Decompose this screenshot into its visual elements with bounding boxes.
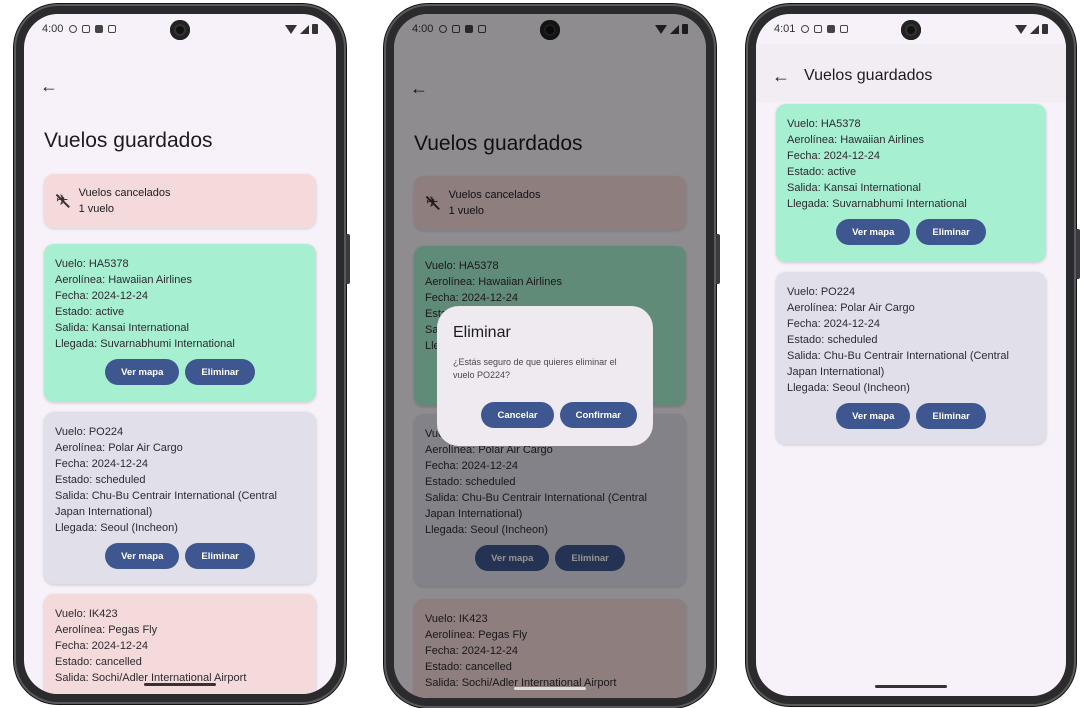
flight-airline: Aerolínea: Polar Air Cargo <box>787 302 915 314</box>
battery-icon <box>1042 24 1048 34</box>
flight-date: Fecha: 2024-12-24 <box>55 290 148 302</box>
notification-icon <box>801 25 810 33</box>
screen-3: 4:01 ← Vuelos guardados Vuelo: HA5378 Ae… <box>756 14 1066 696</box>
flight-airline: Aerolínea: Hawaiian Airlines <box>55 274 192 286</box>
home-indicator[interactable] <box>514 687 586 690</box>
delete-button[interactable]: Eliminar <box>185 543 255 569</box>
page-title: Vuelos guardados <box>804 67 933 84</box>
view-map-button[interactable]: Ver mapa <box>105 543 180 569</box>
flight-card: Vuelo: HA5378 Aerolínea: Hawaiian Airlin… <box>44 244 316 402</box>
status-bar: 4:00 <box>24 14 336 44</box>
phone-3: 4:01 ← Vuelos guardados Vuelo: HA5378 Ae… <box>746 4 1080 706</box>
flight-card: Vuelo: PO224 Aerolínea: Polar Air Cargo … <box>44 412 316 584</box>
flight-arrival: Llegada: Seoul (Incheon) <box>55 522 178 534</box>
flight-status: Estado: active <box>787 166 857 178</box>
flight-number: Vuelo: PO224 <box>787 286 856 298</box>
home-indicator[interactable] <box>144 683 216 686</box>
flight-number: Vuelo: HA5378 <box>55 258 129 270</box>
cancelled-title: Vuelos cancelados <box>78 187 171 199</box>
sim-icon <box>827 25 836 33</box>
cancelled-count: 1 vuelo <box>78 203 115 215</box>
flight-card: Vuelo: PO224 Aerolínea: Polar Air Cargo … <box>776 272 1046 444</box>
photo-icon <box>840 25 849 33</box>
camera-cutout <box>170 20 190 40</box>
sim-icon <box>95 25 104 33</box>
wifi-icon <box>285 24 297 34</box>
flight-airline: Aerolínea: Pegas Fly <box>55 624 158 636</box>
delete-button[interactable]: Eliminar <box>916 403 986 429</box>
delete-button[interactable]: Eliminar <box>185 359 255 385</box>
status-bar: 4:01 <box>756 14 1066 44</box>
photo-icon <box>108 25 117 33</box>
dialog-message: ¿Estás seguro de que quieres eliminar el… <box>453 357 617 380</box>
flight-number: Vuelo: PO224 <box>55 426 124 438</box>
flight-status: Estado: cancelled <box>55 656 142 668</box>
cancelled-flights-card[interactable]: ✈ Vuelos cancelados 1 vuelo <box>44 174 316 228</box>
notification-icon <box>69 25 78 33</box>
flight-airline: Aerolínea: Hawaiian Airlines <box>787 134 924 146</box>
signal-icon <box>300 24 309 34</box>
delete-button[interactable]: Eliminar <box>916 219 986 245</box>
cancel-button[interactable]: Cancelar <box>481 402 554 428</box>
status-time: 4:00 <box>42 23 64 35</box>
flight-status: Estado: active <box>55 306 125 318</box>
delete-dialog: Eliminar ¿Estás seguro de que quieres el… <box>437 306 653 446</box>
airplane-off-icon: ✈ <box>56 192 69 209</box>
screen-2: 4:00 ← Vuelos guardados ✈ Vuelos cancela… <box>394 14 706 698</box>
flight-status: Estado: scheduled <box>55 474 146 486</box>
shield-icon <box>82 25 91 33</box>
confirm-button[interactable]: Confirmar <box>559 402 637 428</box>
flight-date: Fecha: 2024-12-24 <box>787 318 880 330</box>
back-arrow-icon[interactable]: ← <box>40 76 58 97</box>
flight-departure: Salida: Kansai International <box>55 322 189 334</box>
status-time: 4:01 <box>774 23 796 35</box>
phone-2: 4:00 ← Vuelos guardados ✈ Vuelos cancela… <box>384 4 720 708</box>
flight-number: Vuelo: HA5378 <box>787 118 861 130</box>
home-indicator[interactable] <box>875 685 947 688</box>
camera-cutout <box>901 20 921 40</box>
back-arrow-icon[interactable]: ← <box>772 66 790 87</box>
flight-number: Vuelo: IK423 <box>55 608 118 620</box>
flight-card: Vuelo: HA5378 Aerolínea: Hawaiian Airlin… <box>776 104 1046 262</box>
flight-arrival: Llegada: Suvarnabhumi International <box>55 338 235 350</box>
flight-status: Estado: scheduled <box>787 334 878 346</box>
signal-icon <box>1030 24 1039 34</box>
flight-departure: Salida: Kansai International <box>787 182 921 194</box>
screen-1: 4:00 ← Vuelos guardados ✈ Vuelos cancela… <box>24 14 336 694</box>
flight-date: Fecha: 2024-12-24 <box>55 640 148 652</box>
view-map-button[interactable]: Ver mapa <box>836 403 911 429</box>
dialog-title: Eliminar <box>453 324 511 341</box>
flight-date: Fecha: 2024-12-24 <box>787 150 880 162</box>
phone-1: 4:00 ← Vuelos guardados ✈ Vuelos cancela… <box>14 4 350 704</box>
flight-airline: Aerolínea: Polar Air Cargo <box>55 442 183 454</box>
flight-date: Fecha: 2024-12-24 <box>55 458 148 470</box>
flight-departure: Salida: Chu-Bu Centrair International (C… <box>55 490 277 518</box>
page-title: Vuelos guardados <box>44 129 213 152</box>
wifi-icon <box>1015 24 1027 34</box>
flight-arrival: Llegada: Suvarnabhumi International <box>787 198 967 210</box>
flight-card: Vuelo: IK423 Aerolínea: Pegas Fly Fecha:… <box>44 594 316 694</box>
battery-icon <box>312 24 318 34</box>
shield-icon <box>814 25 823 33</box>
flight-departure: Salida: Chu-Bu Centrair International (C… <box>787 350 1009 378</box>
view-map-button[interactable]: Ver mapa <box>105 359 180 385</box>
view-map-button[interactable]: Ver mapa <box>836 219 911 245</box>
flight-arrival: Llegada: Seoul (Incheon) <box>787 382 910 394</box>
